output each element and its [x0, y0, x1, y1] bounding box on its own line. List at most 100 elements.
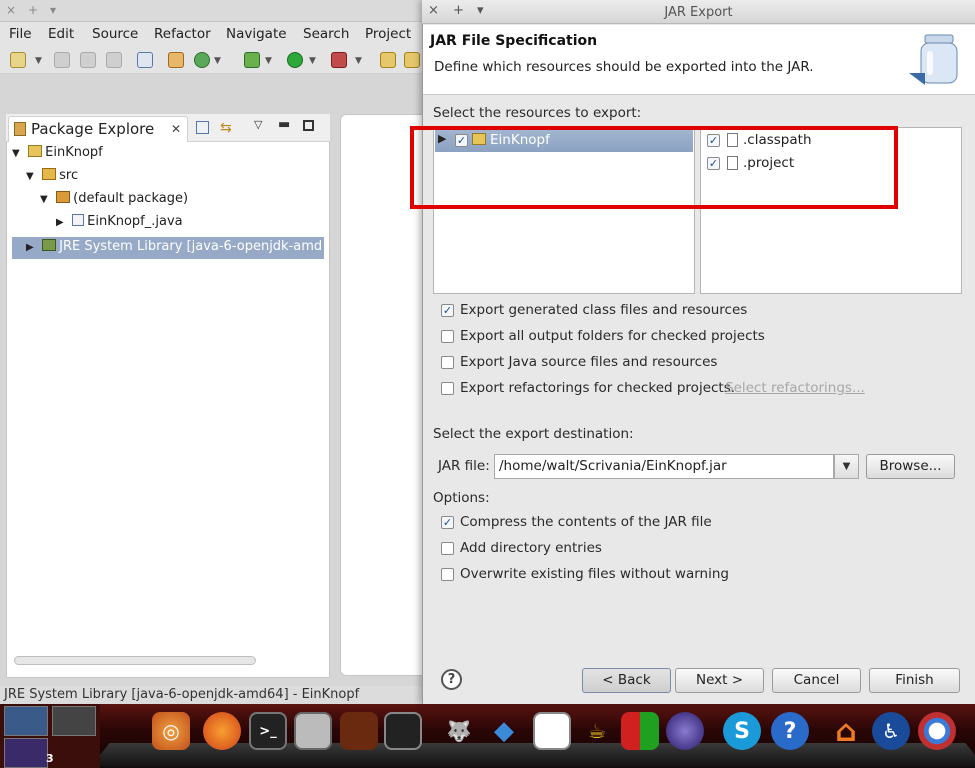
maximize-icon[interactable] — [303, 120, 314, 131]
export-class-files-checkbox[interactable]: ✓ — [441, 304, 454, 317]
game-icon[interactable] — [621, 712, 659, 750]
package-icon[interactable] — [168, 52, 184, 68]
eclipse-icon[interactable] — [666, 712, 704, 750]
tree-item-project[interactable]: ▼ EinKnopf — [12, 145, 103, 167]
chrome-icon[interactable] — [918, 712, 956, 750]
gimp-icon[interactable]: 🐺 — [440, 712, 478, 750]
print-icon[interactable] — [106, 52, 122, 68]
tree-item-default-package[interactable]: ▼ (default package) — [40, 191, 188, 213]
finish-button[interactable]: Finish — [869, 668, 960, 693]
back-button[interactable]: < Back — [582, 668, 671, 693]
select-refactorings-link[interactable]: Select refactorings... — [725, 380, 865, 396]
export-class-files-label[interactable]: Export generated class files and resourc… — [460, 302, 747, 318]
export-source-files-label[interactable]: Export Java source files and resources — [460, 354, 717, 370]
export-source-files-checkbox[interactable] — [441, 356, 454, 369]
menu-project[interactable]: Project — [365, 26, 411, 42]
workspace-2[interactable] — [52, 706, 96, 736]
skype-icon[interactable]: S — [723, 712, 761, 750]
help-icon[interactable]: ? — [441, 669, 462, 690]
link-with-editor-icon[interactable]: ⇆ — [220, 120, 232, 136]
dialog-titlebar: × + ▾ JAR Export — [422, 0, 975, 24]
menu-refactor[interactable]: Refactor — [154, 26, 211, 42]
java-file-icon — [72, 214, 85, 226]
horizontal-scrollbar[interactable] — [14, 656, 256, 665]
system-monitor-icon[interactable] — [384, 712, 422, 750]
menu-source[interactable]: Source — [92, 26, 138, 42]
minimize-icon[interactable]: ▬ — [278, 117, 290, 132]
firefox-icon[interactable] — [203, 712, 241, 750]
package-explorer-icon — [14, 122, 26, 136]
chevron-down-icon[interactable]: ▼ — [35, 56, 42, 66]
export-refactorings-checkbox[interactable] — [441, 382, 454, 395]
accessibility-icon[interactable]: ♿ — [872, 712, 910, 750]
tree-item-label: (default package) — [73, 191, 189, 206]
package-icon — [56, 191, 71, 203]
run-icon[interactable] — [287, 52, 303, 68]
cancel-button[interactable]: Cancel — [772, 668, 861, 693]
menu-navigate[interactable]: Navigate — [226, 26, 287, 42]
image-viewer-icon[interactable] — [533, 712, 571, 750]
save-all-icon[interactable] — [80, 52, 96, 68]
expand-twisty-icon[interactable]: ▼ — [26, 171, 38, 182]
menu-file[interactable]: File — [9, 26, 32, 42]
external-tools-icon[interactable] — [331, 52, 347, 68]
compress-label[interactable]: Compress the contents of the JAR file — [460, 514, 712, 530]
calculator-icon[interactable] — [294, 712, 332, 750]
tree-item-label: EinKnopf_.java — [87, 214, 183, 229]
view-menu-icon[interactable]: ▽ — [254, 118, 262, 131]
overwrite-checkbox[interactable] — [441, 568, 454, 581]
terminal-icon[interactable]: >_ — [249, 712, 287, 750]
expand-twisty-icon[interactable]: ▼ — [12, 148, 24, 159]
stack-icon[interactable] — [340, 712, 378, 750]
home-icon[interactable]: ⌂ — [827, 712, 865, 750]
collapse-all-icon[interactable] — [196, 121, 209, 134]
open-folder-icon[interactable] — [380, 52, 396, 68]
chevron-down-icon[interactable]: ▼ — [355, 56, 362, 66]
export-output-folders-label[interactable]: Export all output folders for checked pr… — [460, 328, 765, 344]
workspace-3[interactable] — [4, 738, 48, 768]
export-output-folders-checkbox[interactable] — [441, 330, 454, 343]
tab-package-explorer[interactable]: Package Explore ✕ — [8, 116, 188, 142]
tree-item-label: src — [59, 168, 79, 183]
package-explorer-header: Package Explore ✕ ⇆ ▽ ▬ — [6, 114, 330, 142]
workspace-count: 3 — [46, 752, 54, 765]
wizard-page-title: JAR File Specification — [430, 33, 598, 49]
close-icon[interactable]: × — [6, 3, 16, 17]
close-icon[interactable]: ✕ — [171, 122, 181, 136]
options-label: Options: — [433, 490, 490, 506]
expand-twisty-icon[interactable]: ▶ — [26, 242, 38, 253]
directory-entries-checkbox[interactable] — [441, 542, 454, 555]
menu-chevron-icon[interactable]: ▾ — [50, 3, 56, 17]
next-button[interactable]: Next > — [675, 668, 764, 693]
toolbar: ▼ ▼ ▼ ▼ ▼ — [0, 46, 430, 74]
compress-checkbox[interactable]: ✓ — [441, 516, 454, 529]
tree-item-java-file[interactable]: ▶ EinKnopf_.java — [56, 214, 183, 236]
save-icon[interactable] — [54, 52, 70, 68]
maximize-icon[interactable]: + — [28, 3, 38, 17]
expand-twisty-icon[interactable]: ▶ — [56, 217, 68, 228]
chevron-down-icon[interactable]: ▼ — [834, 454, 859, 479]
menu-search[interactable]: Search — [303, 26, 349, 42]
refresh-icon[interactable] — [194, 52, 210, 68]
teapot-icon[interactable]: ☕ — [578, 712, 616, 750]
dropbox-icon[interactable]: ◆ — [485, 712, 523, 750]
workspace-1[interactable] — [4, 706, 48, 736]
overwrite-label[interactable]: Overwrite existing files without warning — [460, 566, 729, 582]
help-icon[interactable]: ? — [771, 712, 809, 750]
skip-breakpoints-icon[interactable] — [137, 52, 153, 68]
chevron-down-icon[interactable]: ▼ — [309, 56, 316, 66]
export-refactorings-label[interactable]: Export refactorings for checked projects… — [460, 380, 735, 396]
browse-button[interactable]: Browse... — [866, 454, 955, 479]
chevron-down-icon[interactable]: ▼ — [265, 56, 272, 66]
new-icon[interactable] — [10, 52, 26, 68]
open-type-icon[interactable] — [404, 52, 420, 68]
tree-item-jre-library[interactable]: ▶ JRE System Library [java-6-openjdk-amd — [12, 237, 324, 259]
chevron-down-icon[interactable]: ▼ — [214, 56, 221, 66]
expand-twisty-icon[interactable]: ▼ — [40, 194, 52, 205]
directory-entries-label[interactable]: Add directory entries — [460, 540, 602, 556]
tree-item-src[interactable]: ▼ src — [26, 168, 78, 190]
menu-edit[interactable]: Edit — [48, 26, 74, 42]
ubuntu-icon[interactable]: ◎ — [152, 712, 190, 750]
jar-file-input[interactable]: /home/walt/Scrivania/EinKnopf.jar — [494, 454, 834, 479]
debug-icon[interactable] — [244, 52, 260, 68]
